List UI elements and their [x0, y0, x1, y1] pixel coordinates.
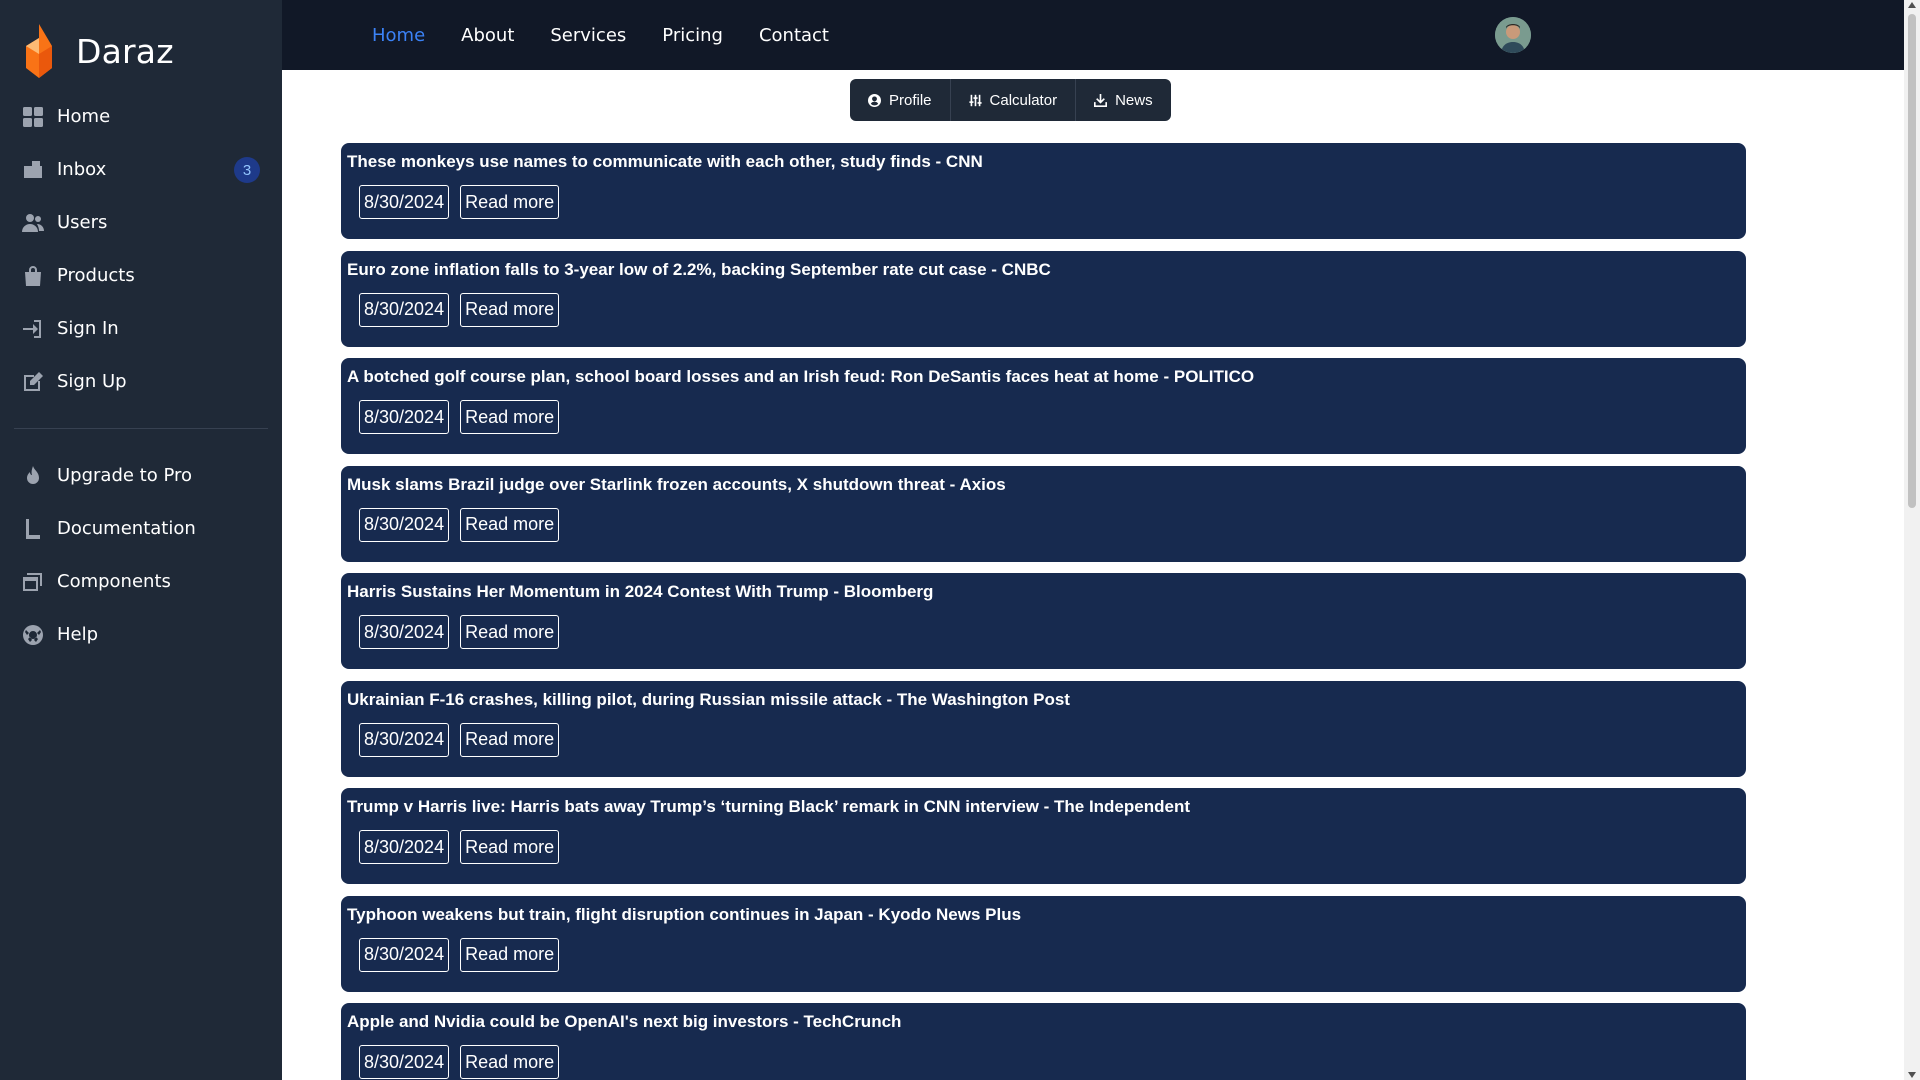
- news-card: Musk slams Brazil judge over Starlink fr…: [341, 465, 1746, 562]
- news-card: Euro zone inflation falls to 3-year low …: [341, 250, 1746, 347]
- sidebar-item-label: Upgrade to Pro: [57, 465, 193, 486]
- brand[interactable]: Daraz: [22, 24, 174, 78]
- news-title: Ukrainian F-16 crashes, killing pilot, d…: [347, 689, 1070, 709]
- sidebar-item-inbox[interactable]: Inbox 3: [0, 143, 282, 196]
- read-more-link[interactable]: Read more: [460, 400, 560, 434]
- users-icon: [21, 211, 45, 235]
- sidebar-item-label: Sign Up: [57, 371, 127, 392]
- book-icon: [21, 517, 45, 541]
- news-date: 8/30/2024: [359, 185, 450, 219]
- read-more-link[interactable]: Read more: [460, 830, 560, 864]
- news-date: 8/30/2024: [359, 400, 450, 434]
- sidebar-item-components[interactable]: Components: [0, 555, 282, 608]
- inbox-icon: [21, 158, 45, 182]
- sidebar-item-label: Home: [57, 106, 111, 127]
- sidebar-item-label: Help: [57, 624, 99, 645]
- news-title: These monkeys use names to communicate w…: [347, 152, 983, 171]
- news-card: These monkeys use names to communicate w…: [341, 143, 1746, 239]
- user-avatar[interactable]: [1495, 17, 1531, 53]
- sidebar-item-products[interactable]: Products: [0, 249, 282, 302]
- edit-icon: [21, 370, 45, 394]
- top-nav-links: Home About Services Pricing Contact: [372, 0, 865, 70]
- tab-profile[interactable]: Profile: [850, 79, 951, 121]
- tab-label: News: [1115, 91, 1153, 109]
- scroll-up-arrow-icon[interactable]: [1908, 2, 1916, 8]
- sidebar-nav: Home Inbox 3 Users Products Sign In Sign…: [0, 90, 282, 661]
- sign-in-icon: [21, 317, 45, 341]
- read-more-link[interactable]: Read more: [460, 722, 560, 757]
- news-date: 8/30/2024: [359, 615, 450, 649]
- news-title: Apple and Nvidia could be OpenAI's next …: [347, 1012, 902, 1031]
- news-date: 8/30/2024: [359, 507, 450, 542]
- read-more-link[interactable]: Read more: [460, 292, 560, 327]
- nav-link-contact[interactable]: Contact: [759, 25, 829, 46]
- news-title: Typhoon weakens but train, flight disrup…: [347, 904, 1022, 924]
- sidebar-item-sign-in[interactable]: Sign In: [0, 302, 282, 355]
- inbox-count-badge: 3: [234, 157, 260, 183]
- page-scrollbar[interactable]: [1904, 0, 1920, 1080]
- nav-link-services[interactable]: Services: [550, 25, 626, 46]
- news-card: Ukrainian F-16 crashes, killing pilot, d…: [341, 680, 1746, 777]
- news-card: Harris Sustains Her Momentum in 2024 Con…: [341, 573, 1746, 669]
- avatar-image: [1495, 17, 1531, 53]
- news-card: Typhoon weakens but train, flight disrup…: [341, 895, 1746, 992]
- sidebar-item-documentation[interactable]: Documentation: [0, 502, 282, 555]
- news-title: Musk slams Brazil judge over Starlink fr…: [347, 474, 1006, 494]
- news-card: Apple and Nvidia could be OpenAI's next …: [341, 1003, 1746, 1080]
- nav-link-home[interactable]: Home: [372, 25, 425, 46]
- daraz-logo-icon: [26, 24, 52, 78]
- sidebar-item-help[interactable]: Help: [0, 608, 282, 661]
- grid-icon: [21, 105, 45, 129]
- read-more-link[interactable]: Read more: [460, 615, 560, 649]
- nav-link-about[interactable]: About: [461, 25, 514, 46]
- download-icon: [1094, 93, 1108, 107]
- news-date: 8/30/2024: [359, 722, 450, 757]
- bag-icon: [21, 264, 45, 288]
- sidebar-item-upgrade[interactable]: Upgrade to Pro: [0, 449, 282, 502]
- sidebar-item-label: Sign In: [57, 318, 119, 339]
- news-card: Trump v Harris live: Harris bats away Tr…: [341, 788, 1746, 884]
- sidebar-item-label: Documentation: [57, 518, 196, 539]
- sidebar-item-users[interactable]: Users: [0, 196, 282, 249]
- tab-news[interactable]: News: [1076, 79, 1171, 121]
- news-title: Trump v Harris live: Harris bats away Tr…: [347, 797, 1190, 816]
- sidebar-item-label: Users: [57, 212, 108, 233]
- view-tab-group: Profile Calculator News: [850, 79, 1171, 121]
- news-card: A botched golf course plan, school board…: [341, 358, 1746, 454]
- read-more-link[interactable]: Read more: [460, 1045, 560, 1079]
- news-date: 8/30/2024: [359, 292, 450, 327]
- fire-icon: [21, 464, 45, 488]
- window-icon: [21, 570, 45, 594]
- news-date: 8/30/2024: [359, 1045, 450, 1079]
- sidebar-item-label: Products: [57, 265, 135, 286]
- news-title: Euro zone inflation falls to 3-year low …: [347, 259, 1051, 279]
- read-more-link[interactable]: Read more: [460, 937, 560, 972]
- news-list: These monkeys use names to communicate w…: [341, 143, 1746, 1080]
- news-title: Harris Sustains Her Momentum in 2024 Con…: [347, 582, 934, 601]
- scroll-down-arrow-icon[interactable]: [1908, 1072, 1916, 1078]
- scrollbar-thumb[interactable]: [1908, 14, 1916, 508]
- sidebar-divider: [14, 428, 268, 429]
- news-title: A botched golf course plan, school board…: [347, 367, 1255, 386]
- read-more-link[interactable]: Read more: [460, 185, 560, 219]
- brand-name: Daraz: [76, 31, 174, 71]
- user-circle-icon: [868, 93, 881, 107]
- sliders-icon: [968, 94, 982, 106]
- tab-label: Calculator: [989, 91, 1058, 109]
- nav-link-pricing[interactable]: Pricing: [662, 25, 723, 46]
- news-date: 8/30/2024: [359, 830, 450, 864]
- top-navbar: Home About Services Pricing Contact: [282, 0, 1904, 70]
- sidebar-item-label: Components: [57, 571, 171, 592]
- lifebuoy-icon: [21, 623, 45, 647]
- sidebar: Daraz Home Inbox 3 Users Products Sign I…: [0, 0, 282, 1080]
- read-more-link[interactable]: Read more: [460, 507, 560, 542]
- sidebar-item-sign-up[interactable]: Sign Up: [0, 355, 282, 408]
- sidebar-item-label: Inbox: [57, 159, 107, 180]
- sidebar-item-home[interactable]: Home: [0, 90, 282, 143]
- tab-calculator[interactable]: Calculator: [951, 79, 1077, 121]
- news-date: 8/30/2024: [359, 937, 450, 972]
- tab-label: Profile: [889, 91, 932, 109]
